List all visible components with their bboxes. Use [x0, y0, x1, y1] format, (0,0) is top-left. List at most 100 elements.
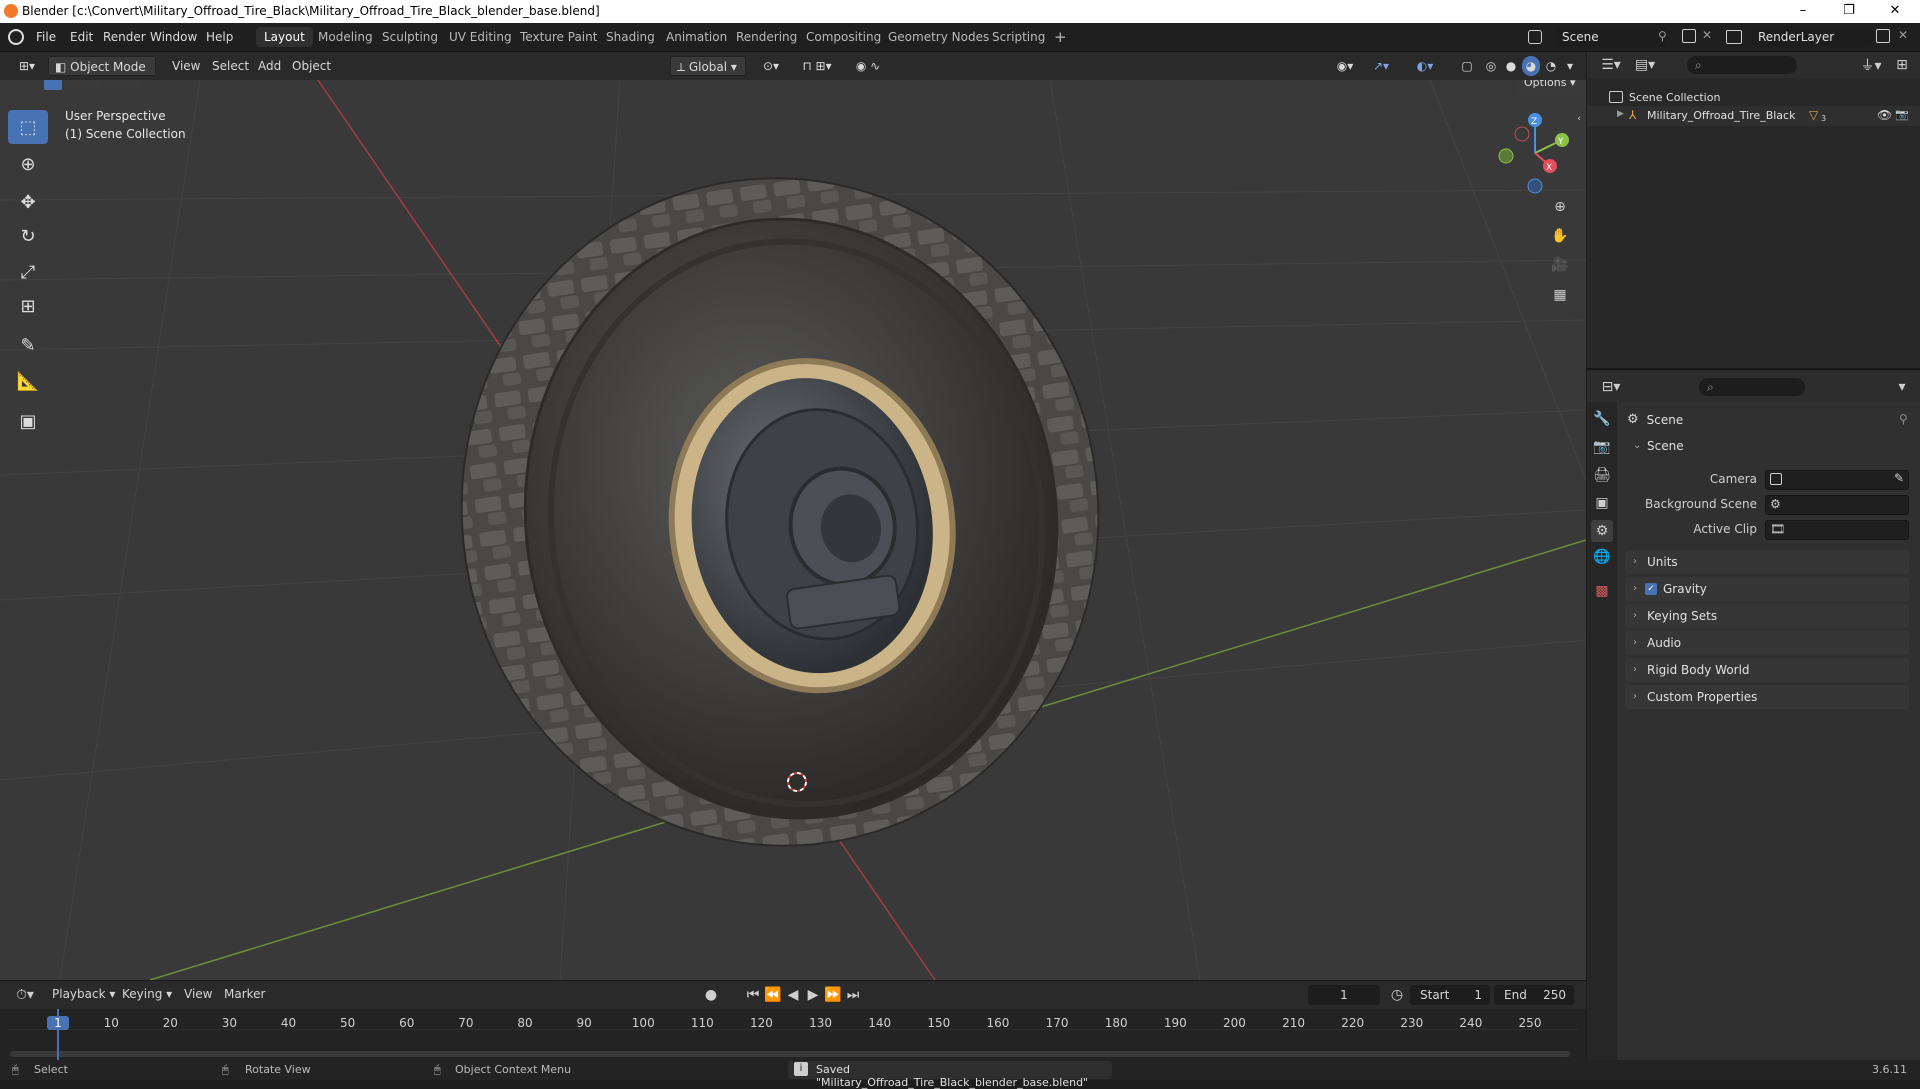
view-layer-tab-icon[interactable]: ▣ — [1593, 494, 1611, 512]
select-extend-icon[interactable] — [64, 80, 82, 90]
tab-uv-editing[interactable]: UV Editing — [441, 27, 520, 47]
tab-layout[interactable]: Layout — [256, 27, 313, 47]
new-scene-icon[interactable] — [1682, 29, 1696, 43]
menu-edit[interactable]: Edit — [64, 28, 99, 46]
render-camera-icon[interactable]: 📷 — [1895, 108, 1909, 121]
close-button[interactable]: ✕ — [1872, 0, 1918, 23]
menu-keying[interactable]: Keying ▾ — [122, 987, 172, 1001]
measure-tool-icon[interactable]: 📐 — [8, 364, 48, 398]
outliner-editor-type-icon[interactable]: ☰▾ — [1597, 56, 1625, 74]
start-frame-field[interactable]: Start 1 — [1410, 985, 1490, 1005]
world-tab-icon[interactable]: 🌐 — [1593, 548, 1611, 566]
move-tool-icon[interactable]: ✥ — [8, 185, 48, 219]
gizmo-icon[interactable]: ↗▾ — [1366, 56, 1396, 76]
end-frame-field[interactable]: End 250 — [1494, 985, 1574, 1005]
tab-sculpting[interactable]: Sculpting — [374, 27, 446, 47]
menu-view[interactable]: View — [166, 56, 206, 76]
menu-select[interactable]: Select — [206, 56, 255, 76]
select-invert-icon[interactable] — [104, 80, 122, 90]
properties-options-icon[interactable]: ▾ — [1893, 378, 1911, 396]
new-view-layer-icon[interactable] — [1876, 29, 1890, 43]
select-box-tool-icon[interactable]: ⬚ — [8, 110, 48, 144]
tab-shading[interactable]: Shading — [598, 27, 663, 47]
record-icon[interactable]: ● — [702, 986, 720, 1004]
add-cube-tool-icon[interactable]: ▣ — [8, 404, 48, 438]
texture-tab-icon[interactable]: ▩ — [1593, 582, 1611, 600]
overlay-icon[interactable]: ◐▾ — [1410, 56, 1440, 76]
background-scene-field[interactable]: ⚙ — [1765, 495, 1909, 515]
visibility-icon[interactable]: ◉▾ — [1330, 56, 1360, 76]
transform-orientation-dropdown[interactable]: ⟂ Global ▾ — [670, 56, 746, 76]
tab-rendering[interactable]: Rendering — [728, 27, 805, 47]
select-subtract-icon[interactable] — [84, 80, 102, 90]
remove-view-layer-icon[interactable]: ✕ — [1898, 28, 1908, 42]
jump-start-icon[interactable]: ⏮ — [744, 986, 762, 1004]
tab-animation[interactable]: Animation — [658, 27, 735, 47]
current-frame-marker[interactable]: 1 — [47, 1016, 69, 1030]
gravity-panel[interactable]: › ✓ Gravity — [1625, 577, 1909, 601]
tab-texture-paint[interactable]: Texture Paint — [512, 27, 605, 47]
visibility-eye-icon[interactable]: 👁 — [1877, 108, 1892, 122]
mode-dropdown[interactable]: ◧ Object Mode ▾ — [48, 56, 156, 94]
outliner-item-row[interactable]: ▶ ⅄ Military_Offroad_Tire_Black ▽ 3 👁 📷 — [1587, 106, 1920, 126]
3d-viewport[interactable]: User Perspective (1) Scene Collection Op… — [0, 80, 1586, 980]
play-icon[interactable]: ▶ — [804, 986, 822, 1004]
scene-panel-header[interactable]: ⌄ Scene — [1625, 434, 1909, 458]
jump-end-icon[interactable]: ⏭ — [844, 986, 862, 1004]
expand-arrow-icon[interactable]: ▶ — [1617, 109, 1624, 119]
menu-add[interactable]: Add — [252, 56, 287, 76]
maximize-button[interactable]: ❐ — [1826, 0, 1872, 23]
gravity-checkbox[interactable]: ✓ — [1645, 583, 1657, 595]
camera-field[interactable]: ✎ — [1765, 470, 1909, 490]
add-workspace-button[interactable]: + — [1046, 25, 1075, 49]
tab-geometry-nodes[interactable]: Geometry Nodes — [880, 27, 997, 47]
filter-icon[interactable]: ⏚▾ — [1857, 56, 1885, 74]
tool-tab-icon[interactable]: 🔧 — [1593, 410, 1611, 428]
timeline-scrollbar[interactable] — [10, 1051, 1570, 1057]
tab-scripting[interactable]: Scripting — [984, 27, 1053, 47]
menu-window[interactable]: Window — [144, 28, 203, 46]
rigid-body-world-panel[interactable]: › Rigid Body World — [1625, 658, 1909, 682]
ortho-toggle-icon[interactable]: ▦ — [1547, 282, 1573, 308]
scene-tab-icon[interactable]: ⚙ — [1591, 520, 1613, 542]
display-mode-icon[interactable]: ▤▾ — [1631, 56, 1659, 74]
minimize-button[interactable]: – — [1780, 0, 1826, 23]
keying-sets-panel[interactable]: › Keying Sets — [1625, 604, 1909, 628]
units-panel[interactable]: › Units — [1625, 550, 1909, 574]
proportional-edit-icon[interactable]: ◉ ∿ — [848, 56, 888, 76]
transform-tool-icon[interactable]: ⊞ — [8, 289, 48, 323]
annotate-tool-icon[interactable]: ✎ — [8, 328, 48, 362]
remove-scene-icon[interactable]: ✕ — [1702, 28, 1712, 42]
pin-icon[interactable]: ⚲ — [1658, 29, 1667, 43]
shading-solid-icon[interactable]: ● — [1502, 56, 1520, 76]
output-tab-icon[interactable]: 🖨 — [1593, 466, 1611, 484]
menu-marker[interactable]: Marker — [224, 987, 265, 1001]
camera-view-icon[interactable]: 🎥 — [1547, 252, 1573, 278]
navigation-gizmo[interactable]: Z Y X — [1490, 108, 1580, 198]
scale-tool-icon[interactable]: ⤢ — [8, 255, 48, 289]
shading-wireframe-icon[interactable]: ◎ — [1482, 56, 1500, 76]
snap-icon[interactable]: ⊓ ⊞▾ — [790, 56, 844, 76]
pan-hand-icon[interactable]: ✋ — [1547, 223, 1573, 249]
prev-keyframe-icon[interactable]: ⏪ — [764, 986, 782, 1004]
scene-selector[interactable]: Scene — [1556, 27, 1666, 47]
rotate-tool-icon[interactable]: ↻ — [8, 219, 48, 253]
menu-playback[interactable]: Playback ▾ — [52, 987, 115, 1001]
outliner-root-row[interactable]: Scene Collection — [1609, 88, 1720, 106]
blender-menu-icon[interactable] — [8, 29, 24, 45]
menu-help[interactable]: Help — [200, 28, 239, 46]
cursor-tool-icon[interactable]: ⊕ — [8, 147, 48, 181]
properties-search-input[interactable]: ⌕ — [1699, 378, 1805, 396]
xray-icon[interactable]: ▢ — [1458, 56, 1476, 76]
timeline-editor-type-icon[interactable]: ⏱▾ — [10, 986, 40, 1004]
editor-type-icon[interactable]: ⊞▾ — [12, 56, 42, 76]
select-intersect-icon[interactable] — [124, 80, 142, 90]
render-tab-icon[interactable]: 📷 — [1593, 438, 1611, 456]
play-reverse-icon[interactable]: ◀ — [784, 986, 802, 1004]
view-layer-selector[interactable]: RenderLayer — [1752, 27, 1872, 47]
shading-options-icon[interactable]: ▾ — [1562, 56, 1578, 76]
options-button[interactable]: Options ▾ — [1516, 80, 1584, 94]
custom-properties-panel[interactable]: › Custom Properties — [1625, 685, 1909, 709]
tab-compositing[interactable]: Compositing — [798, 27, 889, 47]
tab-modeling[interactable]: Modeling — [310, 27, 381, 47]
